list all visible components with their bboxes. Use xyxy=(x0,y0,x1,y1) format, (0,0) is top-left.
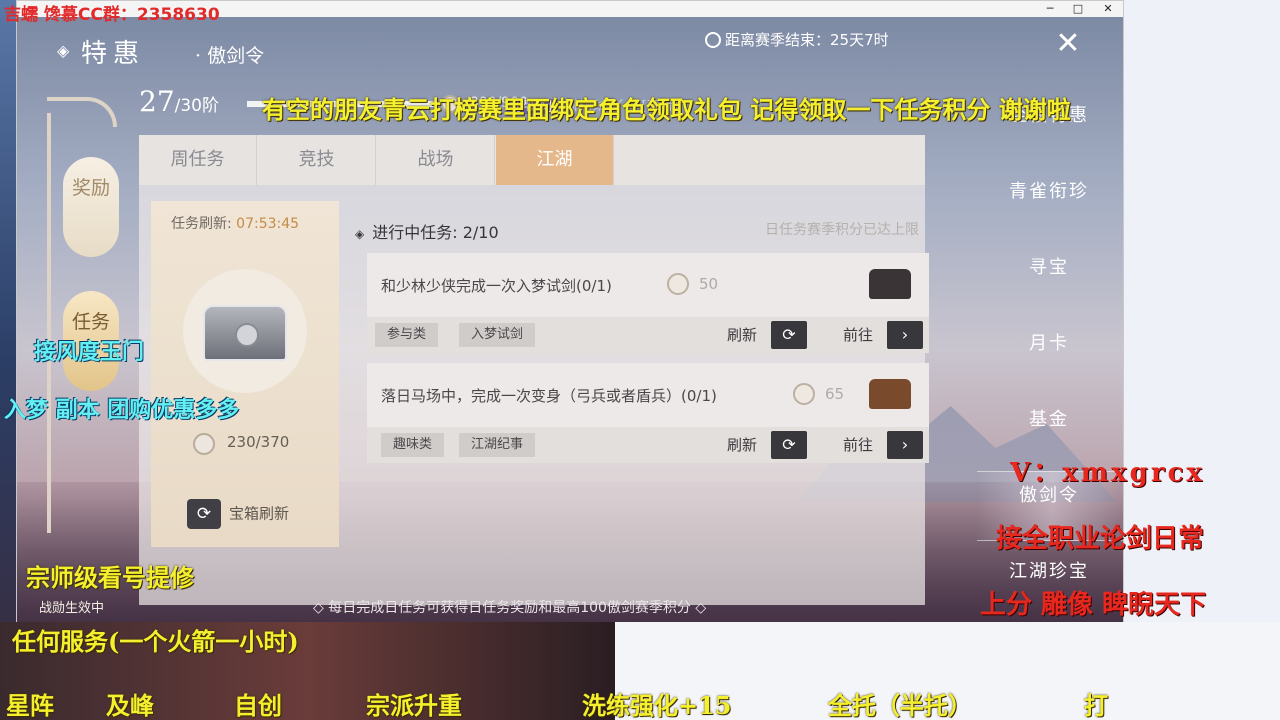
task-tag: 参与类 xyxy=(375,323,439,347)
task-refresh-label[interactable]: 刷新 xyxy=(727,433,757,457)
vtab-rewards[interactable]: 奖励 xyxy=(63,157,119,257)
task-tag: 江湖纪事 xyxy=(459,433,536,457)
tab-jianghu[interactable]: 江湖 xyxy=(496,135,614,185)
refresh-label: 任务刷新: xyxy=(171,216,232,232)
task-refresh-label[interactable]: 刷新 xyxy=(727,323,757,347)
service-item: 全托（半托） xyxy=(828,691,972,720)
tab-arena[interactable]: 竞技 xyxy=(258,135,376,185)
chest-circle[interactable] xyxy=(183,269,307,393)
task-progress: ◈ 进行中任务: 2/10 xyxy=(355,219,499,243)
task-chest-icon xyxy=(869,269,911,299)
points-coin-icon xyxy=(667,273,689,295)
task-tag: 趣味类 xyxy=(381,433,445,457)
lantern-pole xyxy=(47,113,51,533)
task-card-top: 和少林少侠完成一次入梦试剑(0/1) 50 xyxy=(367,253,929,317)
task-reward: 65 xyxy=(825,385,845,403)
refresh-icon[interactable]: ⟳ xyxy=(771,321,807,349)
menu-item-treasure-hunt[interactable]: 寻宝 xyxy=(989,253,1109,279)
level-max: /30阶 xyxy=(174,96,219,116)
task-chest-icon xyxy=(869,379,911,409)
buff-status: 战勋生效中 xyxy=(39,601,105,616)
tab-battlefield[interactable]: 战场 xyxy=(377,135,495,185)
task-card-actions: 趣味类 江湖纪事 刷新 ⟳ 前往 › xyxy=(367,427,929,463)
ad-overlay: 宗师级看号提修 xyxy=(26,563,194,592)
task-card: 和少林少侠完成一次入梦试剑(0/1) 50 参与类 入梦试剑 刷新 ⟳ 前往 › xyxy=(367,253,929,353)
close-window-button[interactable]: ✕ xyxy=(1093,1,1123,17)
marquee-overlay: 有空的朋友青云打榜赛里面绑定角色领取礼包 记得领取一下任务积分 谢谢啦 xyxy=(262,95,1071,124)
chest-card: 任务刷新: 07:53:45 230/370 ⟳ 宝箱刷新 xyxy=(151,201,339,547)
service-item: 自创 xyxy=(234,691,282,720)
task-name: 和少林少侠完成一次入梦试剑(0/1) xyxy=(381,277,612,295)
diamond-icon: ◈ xyxy=(355,227,365,241)
lantern-pole-hook xyxy=(47,97,117,127)
task-reward: 50 xyxy=(699,275,719,293)
service-item: 打 xyxy=(1084,691,1108,720)
task-card: 落日马场中，完成一次变身（弓兵或者盾兵）(0/1) 65 趣味类 江湖纪事 刷新… xyxy=(367,363,929,463)
task-goto-label[interactable]: 前往 xyxy=(843,323,873,347)
season-countdown: 距离赛季结束：25天7时 xyxy=(705,29,889,50)
task-limit-note: 日任务赛季积分已达上限 xyxy=(765,222,919,238)
chest-refresh-button[interactable]: ⟳ 宝箱刷新 xyxy=(187,499,289,529)
menu-item-fund[interactable]: 基金 xyxy=(989,405,1109,431)
title-main: 特惠 xyxy=(81,39,146,69)
close-icon[interactable]: ✕ xyxy=(1053,29,1083,59)
diamond-icon: ◈ xyxy=(57,41,70,60)
maximize-button[interactable]: □ xyxy=(1063,1,1093,17)
level-value: 27 xyxy=(139,85,175,118)
refresh-timer: 任务刷新: 07:53:45 xyxy=(171,213,299,233)
ad-overlay: 任何服务(一个火箭一小时) xyxy=(12,627,299,656)
service-item: 星阵 xyxy=(6,691,54,720)
menu-item-jianghu-treasure[interactable]: 江湖珍宝 xyxy=(989,557,1109,583)
refresh-icon: ⟳ xyxy=(187,499,221,529)
task-tabs: 周任务 竞技 战场 江湖 xyxy=(139,135,925,185)
season-label: 距离赛季结束： xyxy=(725,31,831,49)
service-overlay: 接全职业论剑日常 xyxy=(996,524,1205,554)
pass-level: 27/30阶 xyxy=(139,85,219,118)
ad-overlay: 接风度玉门 xyxy=(34,339,145,365)
treasure-chest-icon xyxy=(203,305,287,361)
points-coin-icon xyxy=(193,433,215,455)
refresh-time: 07:53:45 xyxy=(236,216,300,232)
task-card-top: 落日马场中，完成一次变身（弓兵或者盾兵）(0/1) 65 xyxy=(367,363,929,427)
tab-weekly[interactable]: 周任务 xyxy=(139,135,257,185)
task-card-actions: 参与类 入梦试剑 刷新 ⟳ 前往 › xyxy=(367,317,929,353)
chest-refresh-label: 宝箱刷新 xyxy=(229,504,290,523)
minimize-button[interactable]: ─ xyxy=(1035,1,1065,17)
menu-item-monthly-card[interactable]: 月卡 xyxy=(989,329,1109,355)
service-item: 及峰 xyxy=(106,691,154,720)
points-coin-icon xyxy=(793,383,815,405)
clock-icon xyxy=(705,32,721,48)
service-item: 宗派升重 xyxy=(366,691,462,720)
task-progress-label: 进行中任务: 2/10 xyxy=(372,223,499,242)
ad-overlay: 入梦 副本 团购优惠多多 xyxy=(4,397,240,423)
season-value: 25天7时 xyxy=(830,31,889,49)
service-item: 洗练强化+15 xyxy=(582,691,732,720)
stream-header-text: 吉蠕 馋慕CC群：2358630 xyxy=(4,5,220,25)
chest-points: 230/370 xyxy=(227,433,290,451)
refresh-icon[interactable]: ⟳ xyxy=(771,431,807,459)
task-tag: 入梦试剑 xyxy=(459,323,536,347)
title-sub: · 傲剑令 xyxy=(195,45,265,67)
contact-overlay: V：xmxgrcx xyxy=(1010,458,1205,488)
menu-item-qingque[interactable]: 青雀衔珍 xyxy=(989,177,1109,203)
daily-task-footnote: ◇ 每日完成日任务可获得日任务奖励和最高100傲剑赛季积分 ◇ xyxy=(313,600,707,616)
chevron-right-icon[interactable]: › xyxy=(887,321,923,349)
task-goto-label[interactable]: 前往 xyxy=(843,433,873,457)
task-name: 落日马场中，完成一次变身（弓兵或者盾兵）(0/1) xyxy=(381,387,717,405)
task-panel: 任务刷新: 07:53:45 230/370 ⟳ 宝箱刷新 ◈ 进行中任务: 2/1… xyxy=(139,185,929,605)
chevron-right-icon[interactable]: › xyxy=(887,431,923,459)
service-overlay: 上分 雕像 睥睨天下 xyxy=(980,590,1207,620)
